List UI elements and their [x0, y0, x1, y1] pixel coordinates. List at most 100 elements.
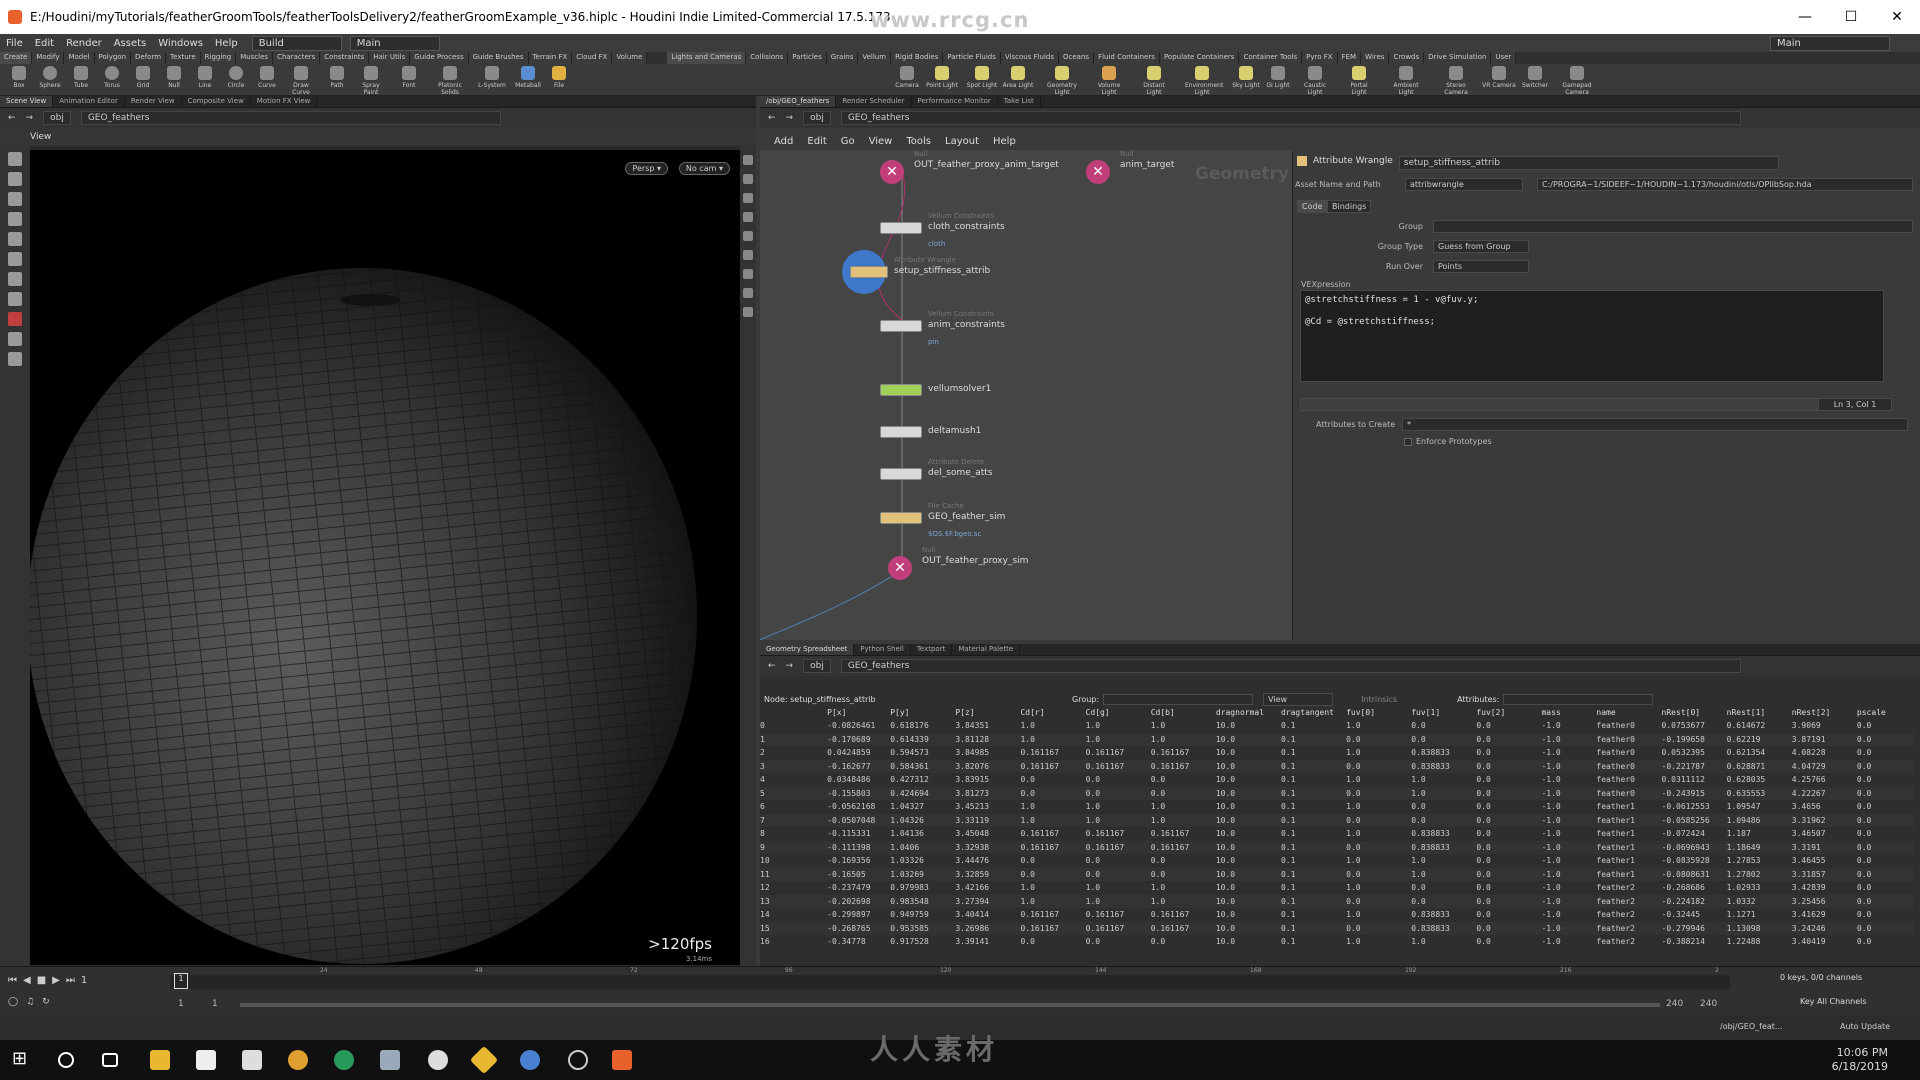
- tab-composite-view[interactable]: Composite View: [182, 96, 251, 107]
- back-arrow-icon[interactable]: ←: [768, 661, 776, 671]
- tool-spot-light[interactable]: Spot Light: [965, 66, 999, 89]
- tab-scene-view[interactable]: Scene View: [0, 96, 54, 107]
- tool-switcher[interactable]: Switcher: [1518, 66, 1552, 89]
- net-menu-go[interactable]: Go: [841, 136, 855, 150]
- shelf-tab[interactable]: Hair Utils: [369, 52, 411, 64]
- table-row[interactable]: 12 -0.237479 0.979983 3.42166 1.0 1.0 1.0 10.0 0…: [760, 881, 1914, 895]
- column-header[interactable]: pscale: [1857, 706, 1914, 719]
- scale-tool-icon[interactable]: [8, 212, 22, 226]
- audio-icon[interactable]: ♫: [26, 997, 34, 1007]
- task-view-icon[interactable]: [102, 1053, 118, 1067]
- move-tool-icon[interactable]: [8, 172, 22, 186]
- range-end-2[interactable]: 240: [1700, 999, 1717, 1009]
- maximize-button[interactable]: ☐: [1828, 0, 1874, 34]
- tool-torus[interactable]: Torus: [95, 66, 129, 89]
- column-header[interactable]: nRest[0]: [1662, 706, 1727, 719]
- shelf-tab[interactable]: Guide Brushes: [468, 52, 529, 64]
- tool-box[interactable]: Box: [2, 66, 36, 89]
- net-menu-add[interactable]: Add: [774, 136, 793, 150]
- column-header[interactable]: fuv[2]: [1476, 706, 1541, 719]
- shelf-tab[interactable]: Constraints: [320, 52, 370, 64]
- tool-curve[interactable]: Curve: [250, 66, 284, 89]
- table-row[interactable]: 2 0.0424859 0.594573 3.84985 0.161167 0.16116…: [760, 746, 1914, 760]
- column-header[interactable]: Cd[r]: [1020, 706, 1085, 719]
- path-obj[interactable]: obj: [803, 659, 831, 673]
- group-filter-field[interactable]: [1103, 693, 1254, 705]
- snapshot-icon[interactable]: [743, 307, 753, 317]
- visualizer-icon[interactable]: [743, 288, 753, 298]
- shelf-tab[interactable]: Modify: [32, 52, 65, 64]
- tool-gamepad-camera[interactable]: Gamepad Camera: [1560, 66, 1594, 96]
- tool-line[interactable]: Line: [188, 66, 222, 89]
- table-row[interactable]: 10 -0.169356 1.03326 3.44476 0.0 0.0 0.0 10.0 0.…: [760, 854, 1914, 868]
- path-obj[interactable]: obj: [803, 111, 831, 125]
- tool-file[interactable]: File: [542, 66, 576, 89]
- table-row[interactable]: 14 -0.299897 0.949759 3.40414 0.161167 0.1611…: [760, 908, 1914, 922]
- shelf-tab[interactable]: Volume: [612, 52, 648, 64]
- tool-gi-light[interactable]: GI Light: [1261, 66, 1295, 89]
- table-row[interactable]: 5 -0.155803 0.424694 3.81273 0.0 0.0 0.0 10.0 0.…: [760, 786, 1914, 800]
- group-type-select[interactable]: Guess from Group: [1433, 240, 1529, 253]
- jump-start-icon[interactable]: ⏮: [8, 975, 17, 986]
- path-obj[interactable]: obj: [43, 111, 71, 125]
- shelf-tab[interactable]: Guide Process: [410, 52, 469, 64]
- tab-render-view[interactable]: Render View: [125, 96, 182, 107]
- render-region-icon[interactable]: [8, 352, 22, 366]
- shelf-tab[interactable]: FEM: [1337, 52, 1362, 64]
- file-explorer-icon[interactable]: [150, 1050, 170, 1070]
- tool-area-light[interactable]: Area Light: [1001, 66, 1035, 89]
- table-row[interactable]: 1 -0.170689 0.614339 3.81128 1.0 1.0 1.0 10.0 0.…: [760, 732, 1914, 746]
- run-over-select[interactable]: Points: [1433, 260, 1529, 273]
- shelf-tab[interactable]: Rigid Bodies: [891, 52, 944, 64]
- shelf-tab[interactable]: Container Tools: [1239, 52, 1303, 64]
- menu-edit[interactable]: Edit: [29, 38, 60, 49]
- shelf-tab[interactable]: Cloud FX: [572, 52, 613, 64]
- tool-distant-light[interactable]: Distant Light: [1137, 66, 1171, 96]
- system-clock[interactable]: 10:06 PM 6/18/2019: [1832, 1046, 1888, 1074]
- path-geo[interactable]: GEO_feathers: [840, 111, 1741, 125]
- select-tool-icon[interactable]: [8, 152, 22, 166]
- tool-tube[interactable]: Tube: [64, 66, 98, 89]
- app-icon-diamond[interactable]: [469, 1045, 499, 1075]
- tool-stereo-camera[interactable]: Stereo Camera: [1439, 66, 1473, 96]
- vex-code-editor[interactable]: @stretchstiffness = 1 - v@fuv.y; @Cd = @…: [1300, 290, 1884, 382]
- range-start[interactable]: 1: [178, 999, 184, 1009]
- tool-metaball[interactable]: Metaball: [511, 66, 545, 89]
- tool-font[interactable]: Font: [392, 66, 426, 89]
- tool-sphere[interactable]: Sphere: [33, 66, 67, 89]
- tool-grid[interactable]: Grid: [126, 66, 160, 89]
- tool-platonic[interactable]: Platonic Solids: [433, 66, 467, 96]
- forward-arrow-icon[interactable]: →: [786, 113, 794, 123]
- realtime-toggle-icon[interactable]: ◯: [8, 997, 18, 1007]
- column-header[interactable]: Cd[b]: [1151, 706, 1216, 719]
- houdini-taskbar-icon[interactable]: [612, 1050, 632, 1070]
- menu-windows[interactable]: Windows: [152, 38, 209, 49]
- handle-tool-icon[interactable]: [8, 232, 22, 246]
- table-row[interactable]: 7 -0.0507048 1.04326 3.33119 1.0 1.0 1.0 10.0 0.…: [760, 813, 1914, 827]
- app-icon-blue[interactable]: [520, 1050, 540, 1070]
- shelf-tab[interactable]: Viscous Fluids: [1000, 52, 1060, 64]
- table-row[interactable]: 16 -0.34778 0.917528 3.39141 0.0 0.0 0.0 10.0 0.…: [760, 935, 1914, 949]
- range-end[interactable]: 240: [1666, 999, 1683, 1009]
- tab-geometry-spreadsheet[interactable]: Geometry Spreadsheet: [760, 644, 855, 655]
- tab-render-scheduler[interactable]: Render Scheduler: [836, 96, 912, 107]
- column-header[interactable]: fuv[0]: [1346, 706, 1411, 719]
- search-icon[interactable]: [58, 1052, 74, 1068]
- network-canvas[interactable]: ✕ Null OUT_feather_proxy_anim_target ✕ N…: [760, 150, 1292, 640]
- tab-bindings[interactable]: Bindings: [1327, 200, 1372, 213]
- column-header[interactable]: Cd[g]: [1086, 706, 1151, 719]
- table-row[interactable]: 8 -0.115331 1.04136 3.45048 0.161167 0.161167…: [760, 827, 1914, 841]
- table-row[interactable]: 9 -0.111398 1.0406 3.32938 0.161167 0.161167 0…: [760, 840, 1914, 854]
- table-row[interactable]: 3 -0.162677 0.584361 3.82076 0.161167 0.16116…: [760, 759, 1914, 773]
- shelf-tab[interactable]: Drive Simulation: [1424, 52, 1492, 64]
- net-menu-edit[interactable]: Edit: [807, 136, 826, 150]
- tool-circle[interactable]: Circle: [219, 66, 253, 89]
- shelf-tab[interactable]: Vellum: [858, 52, 892, 64]
- tab-python-shell[interactable]: Python Shell: [854, 644, 911, 655]
- jump-end-icon[interactable]: ⏭: [66, 975, 75, 986]
- app-icon-circle[interactable]: [568, 1050, 588, 1070]
- tool-camera[interactable]: Camera: [890, 66, 924, 89]
- column-header[interactable]: nRest[2]: [1792, 706, 1857, 719]
- minimize-button[interactable]: —: [1782, 0, 1828, 34]
- enforce-prototypes-checkbox[interactable]: [1404, 438, 1412, 446]
